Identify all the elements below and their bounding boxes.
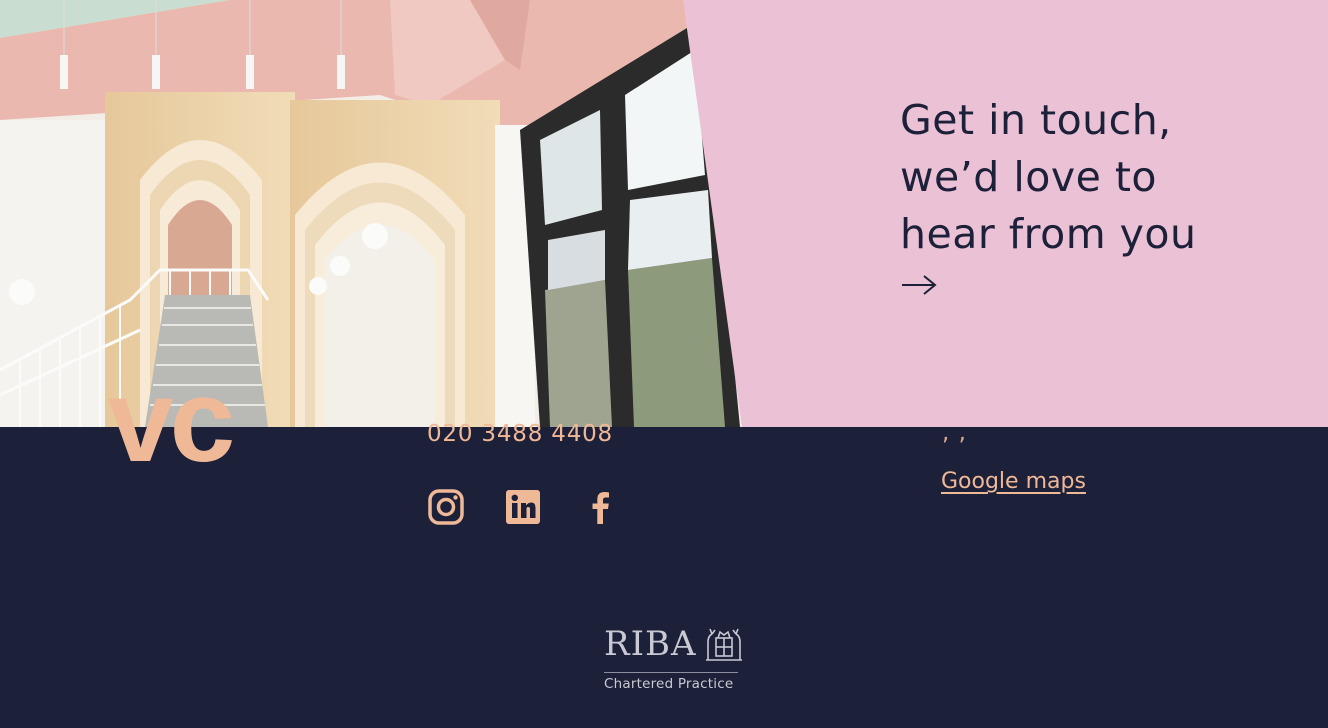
riba-crest-icon: [706, 628, 742, 661]
riba-divider: [604, 672, 738, 673]
riba-chartered-practice-logo: RIBA Chartered Practice: [604, 624, 749, 696]
instagram-link[interactable]: [427, 488, 465, 526]
footer-logo-fragment: vc: [108, 355, 235, 487]
riba-subtitle: Chartered Practice: [604, 676, 734, 692]
linkedin-link[interactable]: [504, 488, 542, 526]
riba-wordmark: RIBA: [604, 624, 697, 664]
cta-line-3: hear from you: [900, 210, 1197, 258]
get-in-touch-link[interactable]: Get in touch, we’d love to hear from you: [900, 92, 1280, 297]
address-text: , ,: [942, 420, 967, 446]
cta-line-2: we’d love to: [900, 153, 1158, 201]
phone-link[interactable]: 020 3488 4408: [427, 421, 613, 447]
facebook-link[interactable]: [582, 488, 620, 526]
instagram-icon: [428, 489, 464, 525]
google-maps-link[interactable]: Google maps: [941, 469, 1086, 494]
cta-line-1: Get in touch,: [900, 96, 1172, 144]
facebook-icon: [592, 492, 609, 524]
arrow-right-icon: [902, 275, 937, 295]
linkedin-icon: [506, 490, 540, 524]
